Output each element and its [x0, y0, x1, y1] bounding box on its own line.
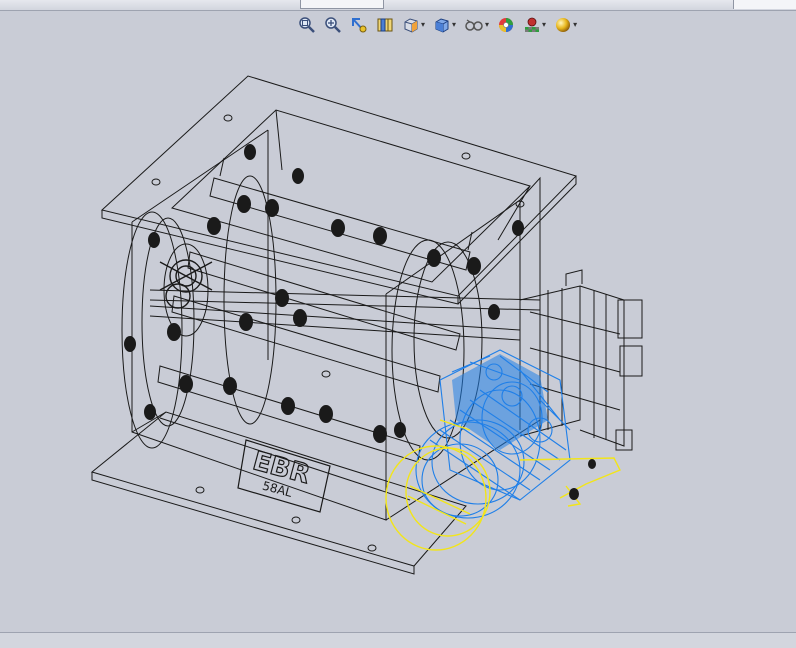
display-style-button[interactable]: ▾ [431, 13, 458, 37]
window-top-strip [0, 0, 796, 11]
chevron-down-icon: ▾ [573, 20, 578, 29]
view-orientation-icon [404, 18, 418, 33]
display-style-icon [435, 18, 449, 33]
nameplate: EBR 58AL [237, 439, 331, 513]
heads-up-view-toolbar: ▾ ▾ ▾ ▾ ▾ [296, 13, 579, 37]
previous-view-button[interactable] [348, 13, 370, 37]
section-view-icon [377, 18, 393, 32]
chevron-down-icon: ▾ [421, 20, 426, 29]
view-settings-icon [556, 18, 571, 32]
hide-show-items-button[interactable]: ▾ [462, 13, 491, 37]
view-settings-button[interactable]: ▾ [552, 13, 579, 37]
window-corner-panel [733, 0, 796, 9]
edit-appearance-button[interactable] [495, 13, 517, 37]
chevron-down-icon: ▾ [452, 20, 457, 29]
edit-appearance-icon [499, 18, 514, 32]
zoom-to-area-button[interactable] [322, 13, 344, 37]
apply-scene-button[interactable]: ▾ [521, 13, 548, 37]
section-view-button[interactable] [374, 13, 396, 37]
zoom-to-area-icon [325, 17, 341, 33]
hide-show-items-icon [465, 19, 483, 31]
status-strip [0, 632, 796, 648]
chevron-down-icon: ▾ [542, 20, 547, 29]
wireframe-assembly-model[interactable]: EBR 58AL [0, 40, 796, 632]
zoom-to-fit-icon [299, 17, 315, 33]
previous-view-icon [352, 18, 367, 33]
view-orientation-button[interactable]: ▾ [400, 13, 427, 37]
document-tab[interactable] [300, 0, 384, 9]
chevron-down-icon: ▾ [485, 20, 490, 29]
zoom-to-fit-button[interactable] [296, 13, 318, 37]
graphics-area[interactable]: EBR 58AL [0, 40, 796, 632]
apply-scene-icon [525, 17, 540, 32]
